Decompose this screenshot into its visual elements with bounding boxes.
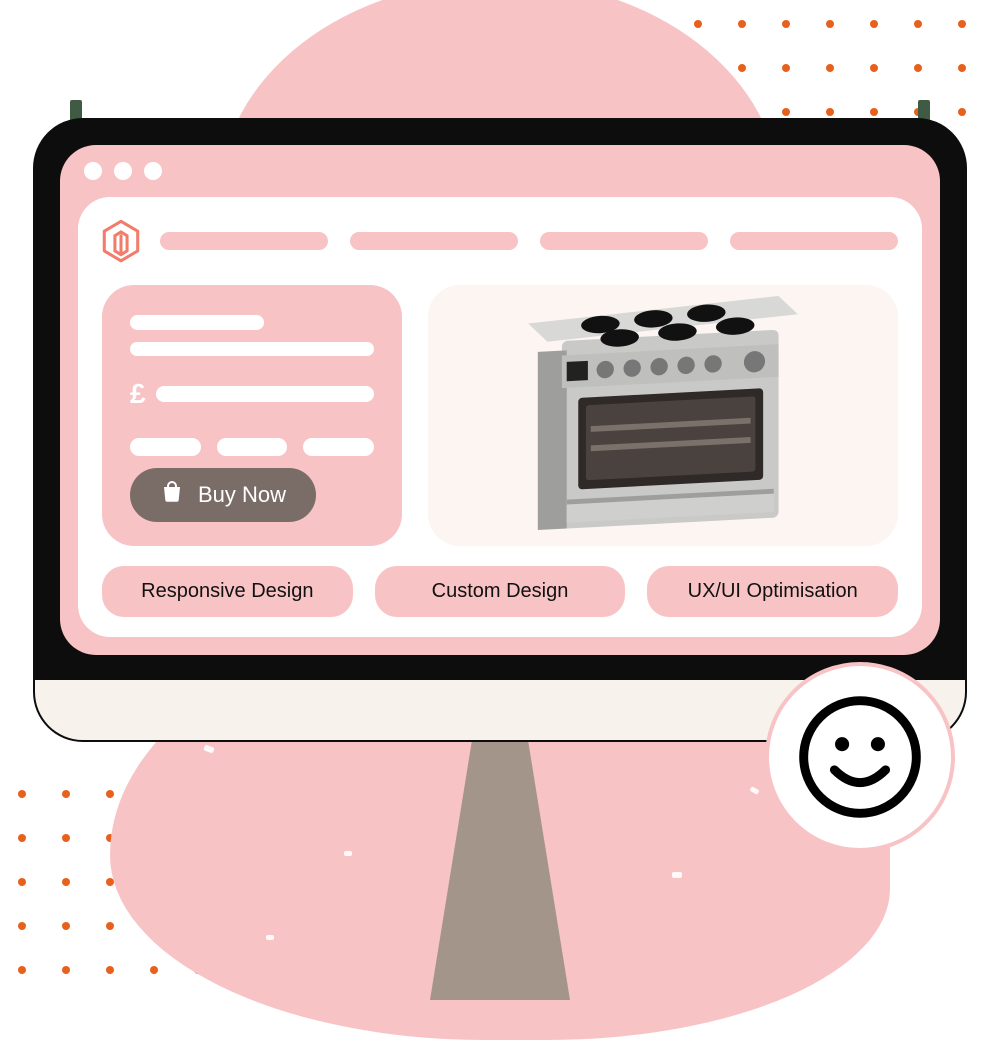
feature-label: Custom Design bbox=[432, 580, 569, 602]
header bbox=[102, 219, 898, 263]
feature-label: Responsive Design bbox=[141, 580, 313, 602]
buy-now-label: Buy Now bbox=[198, 482, 286, 508]
product-info-panel: £ Buy Now bbox=[102, 285, 402, 546]
product-image-stove-icon bbox=[508, 286, 818, 546]
attribute-pills bbox=[130, 438, 374, 456]
nav-links bbox=[160, 232, 898, 250]
attribute-pill[interactable] bbox=[217, 438, 288, 456]
attribute-pill[interactable] bbox=[303, 438, 374, 456]
feature-label: UX/UI Optimisation bbox=[688, 580, 858, 602]
window-control-close-icon[interactable] bbox=[84, 162, 102, 180]
nav-link[interactable] bbox=[350, 232, 518, 250]
monitor-frame: £ Buy Now bbox=[35, 120, 965, 740]
smiley-badge bbox=[765, 662, 955, 852]
feature-responsive[interactable]: Responsive Design bbox=[102, 566, 353, 617]
smiley-face-icon bbox=[796, 693, 924, 821]
attribute-pill[interactable] bbox=[130, 438, 201, 456]
nav-link[interactable] bbox=[160, 232, 328, 250]
page-surface: £ Buy Now bbox=[78, 197, 922, 637]
feature-pills-row: Responsive Design Custom Design UX/UI Op… bbox=[102, 566, 898, 617]
window-titlebar bbox=[60, 145, 940, 197]
feature-ux[interactable]: UX/UI Optimisation bbox=[647, 566, 898, 617]
shopping-bag-icon bbox=[160, 480, 184, 510]
magento-icon bbox=[102, 219, 140, 263]
price-placeholder bbox=[156, 386, 374, 402]
buy-now-button[interactable]: Buy Now bbox=[130, 468, 316, 522]
product-title-placeholder bbox=[130, 315, 264, 330]
browser-window: £ Buy Now bbox=[60, 145, 940, 655]
feature-custom[interactable]: Custom Design bbox=[375, 566, 626, 617]
window-control-max-icon[interactable] bbox=[144, 162, 162, 180]
product-image-panel bbox=[428, 285, 898, 546]
currency-symbol: £ bbox=[130, 380, 146, 408]
nav-link[interactable] bbox=[730, 232, 898, 250]
nav-link[interactable] bbox=[540, 232, 708, 250]
window-control-min-icon[interactable] bbox=[114, 162, 132, 180]
product-subtitle-placeholder bbox=[130, 342, 374, 357]
